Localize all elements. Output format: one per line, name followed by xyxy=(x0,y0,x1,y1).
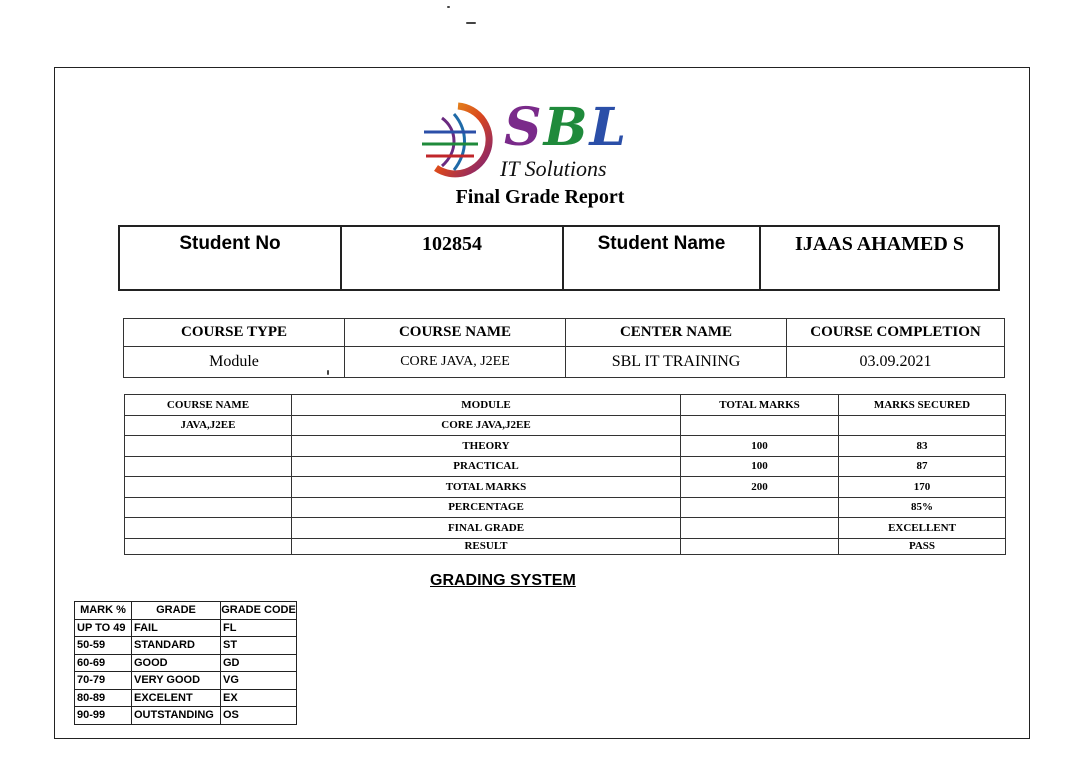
table-cell: RESULT xyxy=(291,537,681,555)
table-cell xyxy=(680,414,839,436)
grading-table: MARK % GRADE GRADE CODE UP TO 49 FAIL FL… xyxy=(74,601,297,725)
table-cell: 87 xyxy=(838,455,1006,477)
table-row: 90-99 OUTSTANDING OS xyxy=(74,706,297,725)
center-name-value: SBL IT TRAINING xyxy=(565,346,787,378)
table-cell: FINAL GRADE xyxy=(291,517,681,539)
course-name-header: COURSE NAME xyxy=(344,318,566,347)
table-cell: GD xyxy=(220,653,297,672)
table-cell xyxy=(124,537,292,555)
table-cell: VERY GOOD xyxy=(131,671,221,690)
table-cell xyxy=(680,517,839,539)
table-cell: 80-89 xyxy=(74,688,132,707)
marks-table: COURSE NAME MODULE TOTAL MARKS MARKS SEC… xyxy=(124,394,1006,555)
table-cell: EXCELENT xyxy=(131,688,221,707)
table-cell: PRACTICAL xyxy=(291,455,681,477)
table-cell: GOOD xyxy=(131,653,221,672)
table-cell: UP TO 49 xyxy=(74,618,132,637)
table-row: PERCENTAGE 85% xyxy=(124,496,1006,518)
marks-header-secured: MARKS SECURED xyxy=(838,394,1006,416)
table-cell: OS xyxy=(220,706,297,725)
table-cell: FL xyxy=(220,618,297,637)
table-cell xyxy=(124,435,292,457)
table-cell xyxy=(680,537,839,555)
course-type-value: Module xyxy=(123,346,345,378)
table-cell: 83 xyxy=(838,435,1006,457)
table-cell: EXCELLENT xyxy=(838,517,1006,539)
table-cell: TOTAL MARKS xyxy=(291,476,681,498)
grading-header-grade: GRADE xyxy=(131,601,221,620)
table-cell: PASS xyxy=(838,537,1006,555)
table-cell xyxy=(124,455,292,477)
table-cell: 170 xyxy=(838,476,1006,498)
course-completion-header: COURSE COMPLETION xyxy=(786,318,1005,347)
table-cell: 100 xyxy=(680,435,839,457)
grading-header-mark: MARK % xyxy=(74,601,132,620)
table-cell: FAIL xyxy=(131,618,221,637)
table-cell: VG xyxy=(220,671,297,690)
table-cell: 60-69 xyxy=(74,653,132,672)
course-type-header: COURSE TYPE xyxy=(123,318,345,347)
table-cell: 50-59 xyxy=(74,636,132,655)
table-cell: 200 xyxy=(680,476,839,498)
table-cell: STANDARD xyxy=(131,636,221,655)
table-row: UP TO 49 FAIL FL xyxy=(74,618,297,637)
grading-system-title: GRADING SYSTEM xyxy=(430,572,576,589)
student-table: Student No 102854 Student Name IJAAS AHA… xyxy=(118,225,1000,291)
table-cell xyxy=(124,476,292,498)
scan-speck xyxy=(447,6,450,8)
table-cell: PERCENTAGE xyxy=(291,496,681,518)
table-cell: EX xyxy=(220,688,297,707)
table-row: 60-69 GOOD GD xyxy=(74,653,297,672)
table-cell: CORE JAVA,J2EE xyxy=(291,414,681,436)
marks-header-course: COURSE NAME xyxy=(124,394,292,416)
table-cell xyxy=(680,496,839,518)
student-no-label: Student No xyxy=(118,225,342,291)
table-row: 80-89 EXCELENT EX xyxy=(74,688,297,707)
table-cell: JAVA,J2EE xyxy=(124,414,292,436)
student-no-value: 102854 xyxy=(340,225,564,291)
logo-subtitle: IT Solutions xyxy=(500,156,607,181)
course-completion-value: 03.09.2021 xyxy=(786,346,1005,378)
report-title: Final Grade Report xyxy=(455,186,625,208)
student-name-label: Student Name xyxy=(562,225,761,291)
table-row: FINAL GRADE EXCELLENT xyxy=(124,517,1006,539)
table-row: 50-59 STANDARD ST xyxy=(74,636,297,655)
table-row: JAVA,J2EE CORE JAVA,J2EE xyxy=(124,414,1006,436)
table-row: 70-79 VERY GOOD VG xyxy=(74,671,297,690)
marks-header-total: TOTAL MARKS xyxy=(680,394,839,416)
table-cell xyxy=(838,414,1006,436)
table-row: RESULT PASS xyxy=(124,537,1006,555)
table-row: THEORY 100 83 xyxy=(124,435,1006,457)
table-cell: 90-99 xyxy=(74,706,132,725)
table-cell: ST xyxy=(220,636,297,655)
grading-header-code: GRADE CODE xyxy=(220,601,297,620)
course-name-value: CORE JAVA, J2EE xyxy=(344,346,566,378)
table-row: PRACTICAL 100 87 xyxy=(124,455,1006,477)
logo-title: SBL xyxy=(504,97,629,158)
table-cell: OUTSTANDING xyxy=(131,706,221,725)
table-cell: 85% xyxy=(838,496,1006,518)
table-cell: 70-79 xyxy=(74,671,132,690)
scan-speck xyxy=(327,370,329,375)
table-cell xyxy=(124,496,292,518)
course-info-table: COURSE TYPE COURSE NAME CENTER NAME COUR… xyxy=(123,318,1005,378)
table-row: TOTAL MARKS 200 170 xyxy=(124,476,1006,498)
scan-speck xyxy=(466,22,476,24)
center-name-header: CENTER NAME xyxy=(565,318,787,347)
marks-header-module: MODULE xyxy=(291,394,681,416)
table-cell xyxy=(124,517,292,539)
table-cell: 100 xyxy=(680,455,839,477)
table-cell: THEORY xyxy=(291,435,681,457)
student-name-value: IJAAS AHAMED S xyxy=(759,225,1000,291)
